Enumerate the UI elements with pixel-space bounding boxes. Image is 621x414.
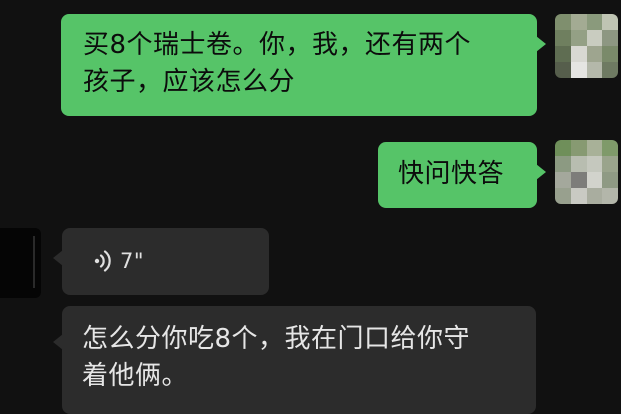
avatar-pixel	[555, 14, 571, 30]
avatar-pixel	[570, 172, 587, 188]
avatar-pixel	[586, 156, 603, 172]
avatar-pixel	[602, 172, 618, 188]
voice-wave-icon	[94, 250, 111, 272]
chat-screen: 买8个瑞士卷。你，我，还有两个 孩子，应该怎么分 快问快答 7" 怎么分你吃8个…	[0, 0, 621, 414]
message-bubble-outgoing[interactable]: 快问快答	[378, 142, 546, 208]
avatar-pixel	[555, 140, 571, 156]
avatar-pixel	[586, 140, 603, 156]
avatar-pixel	[570, 30, 587, 46]
avatar-pixel	[586, 30, 603, 46]
avatar-pixel	[570, 140, 587, 156]
avatar-pixel	[602, 30, 618, 46]
message-text-line: 快问快答	[398, 159, 505, 189]
avatar-pixel	[555, 172, 571, 188]
message-text-line: 孩子，应该怎么分	[83, 67, 296, 97]
avatar-pixel	[602, 14, 618, 30]
voice-duration: 7"	[120, 249, 145, 273]
voice-message-bubble[interactable]: 7"	[53, 228, 269, 295]
avatar-pixel	[602, 140, 618, 156]
voice-message-content: 7"	[92, 248, 144, 274]
avatar-pixel	[570, 62, 587, 78]
message-text-line: 着他俩。	[82, 361, 189, 391]
avatar-pixel	[570, 14, 587, 30]
message-text-line: 怎么分你吃8个，我在门口给你守	[82, 324, 471, 354]
avatar-pixel	[586, 46, 603, 62]
contact-avatar[interactable]	[0, 228, 41, 298]
avatar-pixel	[602, 156, 618, 172]
avatar-pixel	[555, 30, 571, 46]
avatar-edge	[33, 236, 35, 288]
avatar-pixel	[586, 62, 603, 78]
avatar-pixel	[602, 188, 618, 204]
avatar-pixel	[555, 46, 571, 62]
avatar-pixel	[555, 156, 571, 172]
my-avatar[interactable]	[555, 140, 618, 204]
avatar-pixel	[570, 156, 587, 172]
avatar-pixel	[555, 188, 571, 204]
avatar-pixel	[555, 62, 571, 78]
message-bubble-incoming[interactable]: 怎么分你吃8个，我在门口给你守 着他俩。	[53, 306, 536, 414]
avatar-pixel	[586, 172, 603, 188]
avatar-pixel	[570, 188, 587, 204]
avatar-pixel	[570, 46, 587, 62]
message-bubble-outgoing[interactable]: 买8个瑞士卷。你，我，还有两个 孩子，应该怎么分	[61, 14, 546, 116]
avatar-pixel	[602, 62, 618, 78]
my-avatar[interactable]	[555, 14, 618, 78]
avatar-pixel	[586, 14, 603, 30]
avatar-pixel	[586, 188, 603, 204]
message-text-line: 买8个瑞士卷。你，我，还有两个	[83, 30, 472, 60]
avatar-pixel	[602, 46, 618, 62]
